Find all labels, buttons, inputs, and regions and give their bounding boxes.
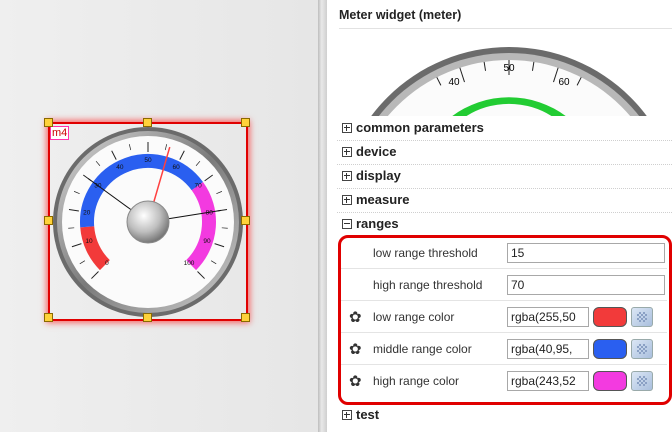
scale-label: 0 xyxy=(105,260,109,267)
scale-label: 40 xyxy=(116,164,124,171)
preview-label-60: 60 xyxy=(558,77,570,88)
meter-gauge: 0102030405060708090100 xyxy=(53,127,243,317)
row-label: high range color xyxy=(373,374,460,388)
scale-label: 60 xyxy=(173,164,181,171)
section-label: device xyxy=(356,144,397,159)
color-picker-icon[interactable] xyxy=(631,339,653,359)
low-range-color-input[interactable]: rgba(255,50 xyxy=(507,307,589,327)
high-range-color-input[interactable]: rgba(243,52 xyxy=(507,371,589,391)
collapse-icon xyxy=(342,219,352,229)
row-high-range-color: ✿ high range color rgba(243,52 xyxy=(341,365,667,397)
scale-label: 10 xyxy=(85,238,93,245)
section-label: test xyxy=(356,407,380,422)
meter-knob xyxy=(126,200,170,244)
row-label: low range threshold xyxy=(373,246,478,260)
high-range-threshold-input[interactable]: 70 xyxy=(507,275,665,295)
high-range-color-swatch[interactable] xyxy=(593,371,627,391)
scale-label: 50 xyxy=(144,157,152,164)
color-picker-icon[interactable] xyxy=(631,307,653,327)
section-label: display xyxy=(356,168,401,183)
row-label: high range threshold xyxy=(373,278,483,292)
expand-icon xyxy=(342,171,352,181)
row-middle-range-color: ✿ middle range color rgba(40,95, xyxy=(341,333,667,365)
panel-splitter[interactable] xyxy=(318,0,327,432)
low-range-color-swatch[interactable] xyxy=(593,307,627,327)
section-label: ranges xyxy=(356,216,399,231)
panel-title: Meter widget (meter) xyxy=(339,8,462,22)
middle-range-color-swatch[interactable] xyxy=(593,339,627,359)
row-low-range-color: ✿ low range color rgba(255,50 xyxy=(341,301,667,333)
section-label: measure xyxy=(356,192,410,207)
row-label: low range color xyxy=(373,310,455,324)
resize-handle-se[interactable] xyxy=(241,313,250,322)
preview-label-40: 40 xyxy=(448,77,460,88)
section-common-parameters[interactable]: common parameters xyxy=(337,117,672,141)
row-label: middle range color xyxy=(373,342,472,356)
expand-icon xyxy=(342,410,352,420)
middle-range-color-input[interactable]: rgba(40,95, xyxy=(507,339,589,359)
scale-label: 20 xyxy=(83,209,91,216)
section-label: common parameters xyxy=(356,120,484,135)
gear-icon[interactable]: ✿ xyxy=(349,308,362,326)
design-canvas[interactable]: 0102030405060708090100 m4 xyxy=(0,0,318,432)
color-picker-icon[interactable] xyxy=(631,371,653,391)
gear-icon[interactable]: ✿ xyxy=(349,372,362,390)
expand-icon xyxy=(342,123,352,133)
section-measure[interactable]: measure xyxy=(337,189,672,213)
resize-handle-s[interactable] xyxy=(143,313,152,322)
low-range-threshold-input[interactable]: 15 xyxy=(507,243,665,263)
meter-widget-selected[interactable]: 0102030405060708090100 xyxy=(48,122,248,321)
row-low-range-threshold: low range threshold 15 xyxy=(341,237,667,269)
gear-icon[interactable]: ✿ xyxy=(349,340,362,358)
section-ranges[interactable]: ranges xyxy=(337,213,672,233)
resize-handle-n[interactable] xyxy=(143,118,152,127)
expand-icon xyxy=(342,195,352,205)
resize-handle-w[interactable] xyxy=(44,216,53,225)
resize-handle-nw[interactable] xyxy=(44,118,53,127)
widget-id-tag: m4 xyxy=(50,126,70,140)
resize-handle-sw[interactable] xyxy=(44,313,53,322)
preview-label-50: 50 xyxy=(503,63,515,74)
resize-handle-e[interactable] xyxy=(241,216,250,225)
expand-icon xyxy=(342,147,352,157)
scale-label: 70 xyxy=(195,183,203,190)
section-test[interactable]: test xyxy=(337,404,672,428)
section-device[interactable]: device xyxy=(337,141,672,165)
resize-handle-ne[interactable] xyxy=(241,118,250,127)
scale-label: 100 xyxy=(184,260,195,267)
row-high-range-threshold: high range threshold 70 xyxy=(341,269,667,301)
meter-preview: 40 50 60 xyxy=(339,28,672,116)
section-display[interactable]: display xyxy=(337,165,672,189)
scale-label: 90 xyxy=(203,238,211,245)
